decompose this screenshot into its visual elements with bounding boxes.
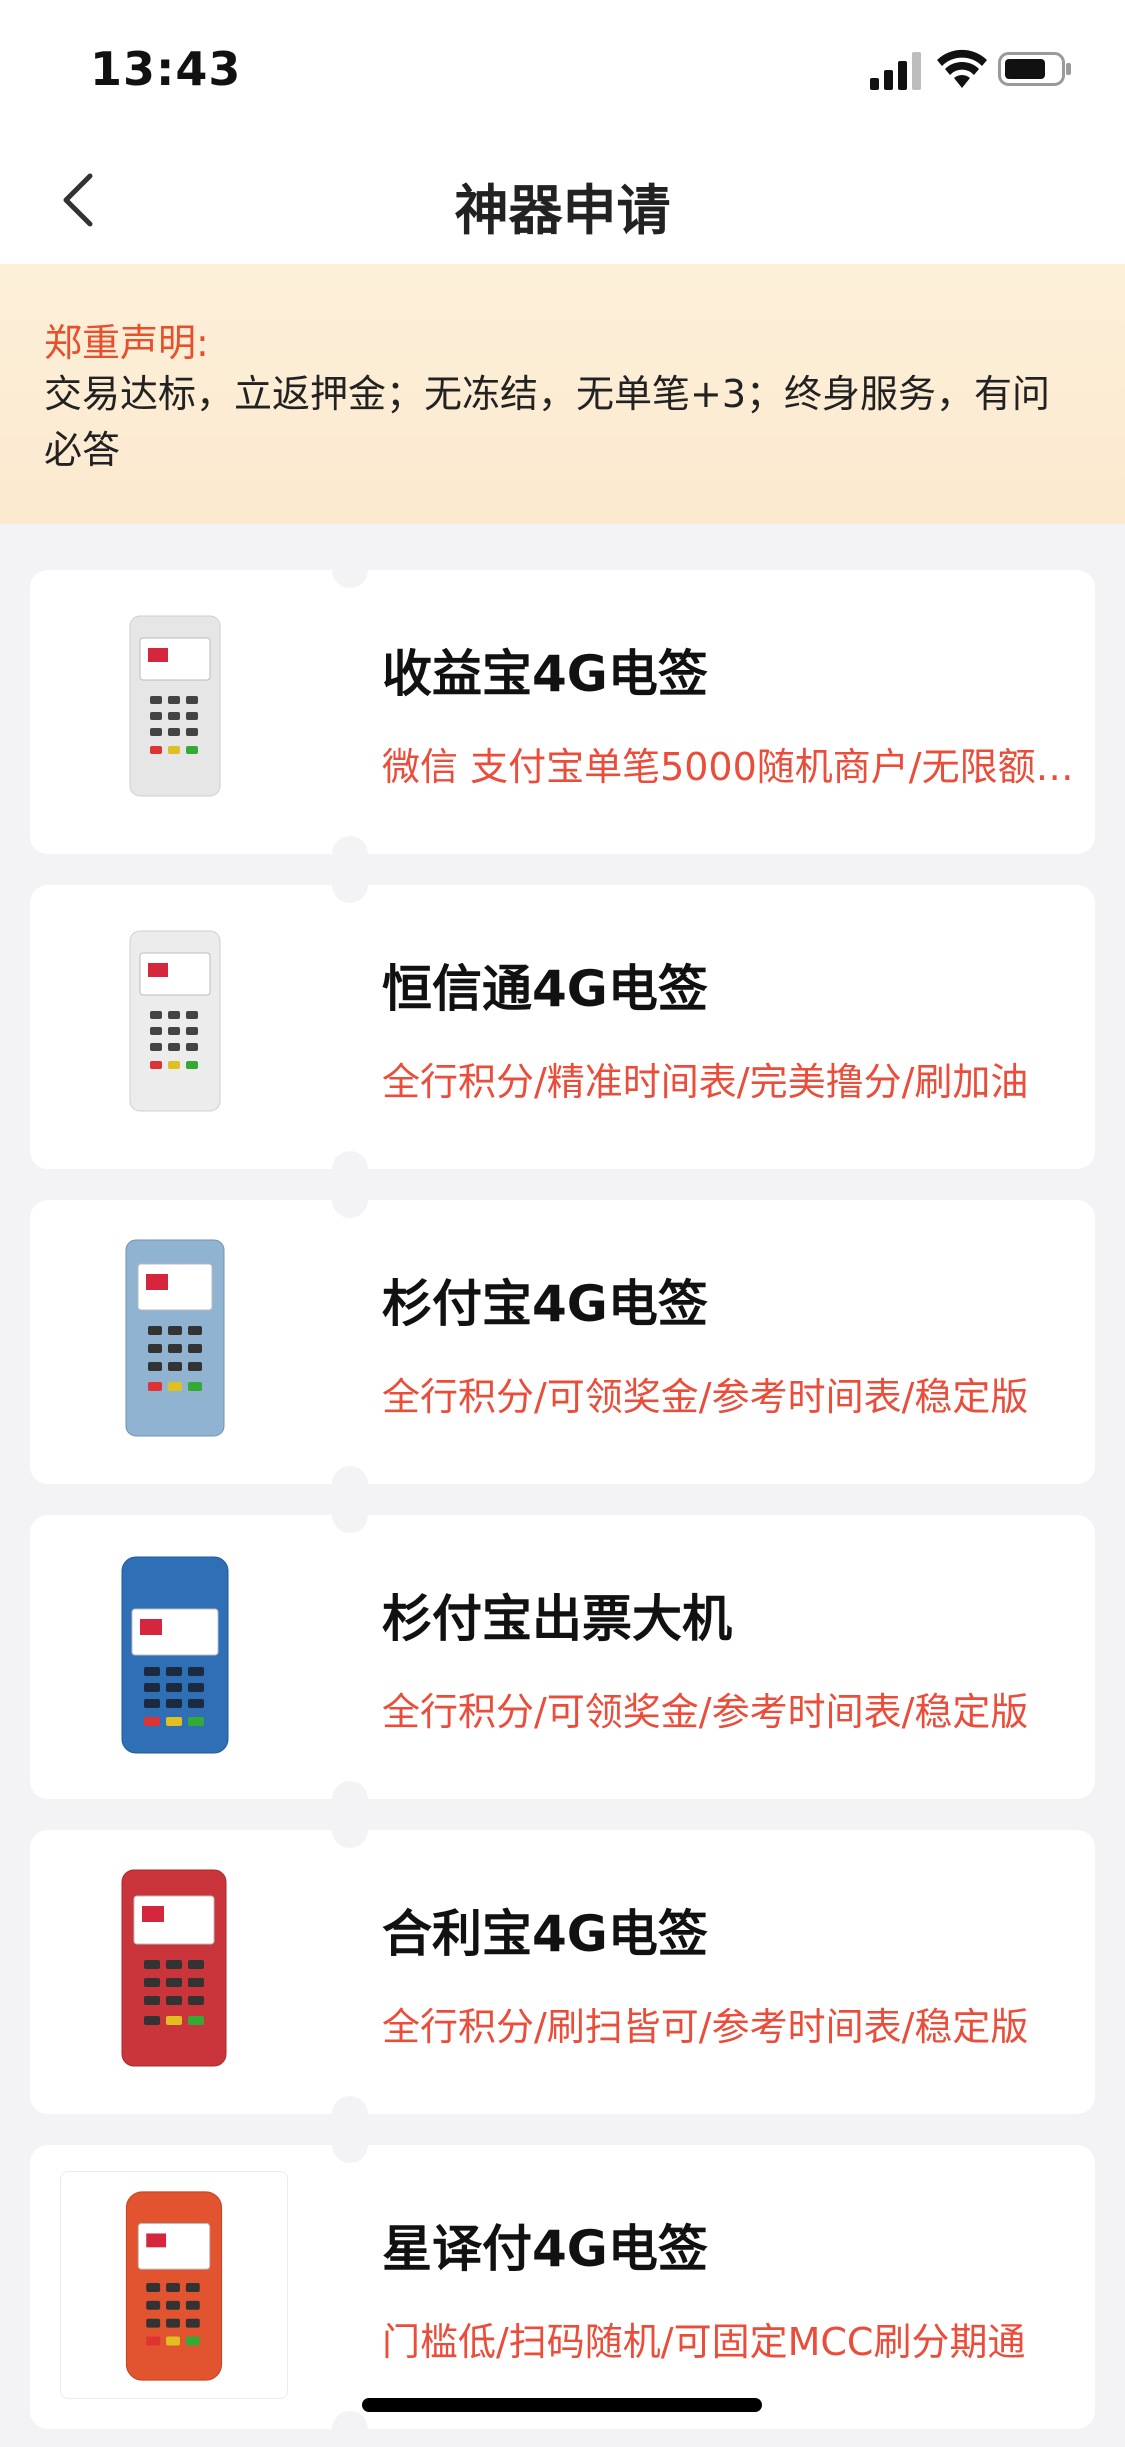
product-name: 收益宝4G电签	[382, 645, 708, 703]
pos-terminal-icon	[60, 2171, 288, 2399]
product-name: 星译付4G电签	[382, 2220, 708, 2278]
product-tags: 全行积分/可领奖金/参考时间表/稳定版	[382, 1375, 1029, 1419]
card-notch	[332, 867, 368, 903]
product-card[interactable]: 收益宝4G电签 微信 支付宝单笔5000随机商户/无限额秒到	[30, 552, 1095, 872]
card-notch	[332, 2127, 368, 2163]
card-notch	[332, 1182, 368, 1218]
card-notch	[332, 2411, 368, 2447]
pos-terminal-icon	[121, 1869, 227, 2067]
product-card[interactable]: 合利宝4G电签 全行积分/刷扫皆可/参考时间表/稳定版	[30, 1812, 1095, 2132]
product-name: 恒信通4G电签	[382, 960, 708, 1018]
product-card[interactable]: 星译付4G电签 门槛低/扫码随机/可固定MCC刷分期通	[30, 2127, 1095, 2447]
card-notch	[332, 552, 368, 588]
status-bar: 13:43	[0, 0, 1125, 140]
product-tags: 门槛低/扫码随机/可固定MCC刷分期通	[382, 2320, 1026, 2364]
nav-bar: 神器申请	[0, 140, 1125, 264]
status-time: 13:43	[90, 42, 242, 96]
product-card[interactable]: 杉付宝出票大机 全行积分/可领奖金/参考时间表/稳定版	[30, 1497, 1095, 1817]
battery-icon	[998, 52, 1071, 86]
product-tags: 全行积分/可领奖金/参考时间表/稳定版	[382, 1690, 1029, 1734]
home-indicator	[362, 2398, 762, 2412]
notice-banner: 郑重声明: 交易达标，立返押金；无冻结，无单笔+3；终身服务，有问必答	[0, 264, 1125, 524]
notice-title: 郑重声明:	[44, 321, 209, 365]
notice-body: 交易达标，立返押金；无冻结，无单笔+3；终身服务，有问必答	[44, 372, 1051, 472]
pos-terminal-icon	[129, 615, 221, 797]
product-name: 杉付宝出票大机	[382, 1590, 732, 1648]
pos-terminal-icon	[125, 1239, 225, 1437]
page-title: 神器申请	[454, 179, 671, 242]
product-tags: 全行积分/精准时间表/完美撸分/刷加油	[382, 1060, 1029, 1104]
product-tags: 微信 支付宝单笔5000随机商户/无限额秒到	[382, 745, 1087, 789]
product-card[interactable]: 恒信通4G电签 全行积分/精准时间表/完美撸分/刷加油	[30, 867, 1095, 1187]
product-name: 杉付宝4G电签	[382, 1275, 708, 1333]
wifi-icon	[937, 49, 987, 88]
card-notch	[332, 1812, 368, 1848]
card-notch	[332, 1497, 368, 1533]
cellular-signal-icon	[870, 52, 921, 90]
product-name: 合利宝4G电签	[382, 1905, 708, 1963]
pos-terminal-icon	[121, 1556, 229, 1754]
pos-terminal-icon	[129, 930, 221, 1112]
product-tags: 全行积分/刷扫皆可/参考时间表/稳定版	[382, 2005, 1029, 2049]
product-card[interactable]: 杉付宝4G电签 全行积分/可领奖金/参考时间表/稳定版	[30, 1182, 1095, 1502]
